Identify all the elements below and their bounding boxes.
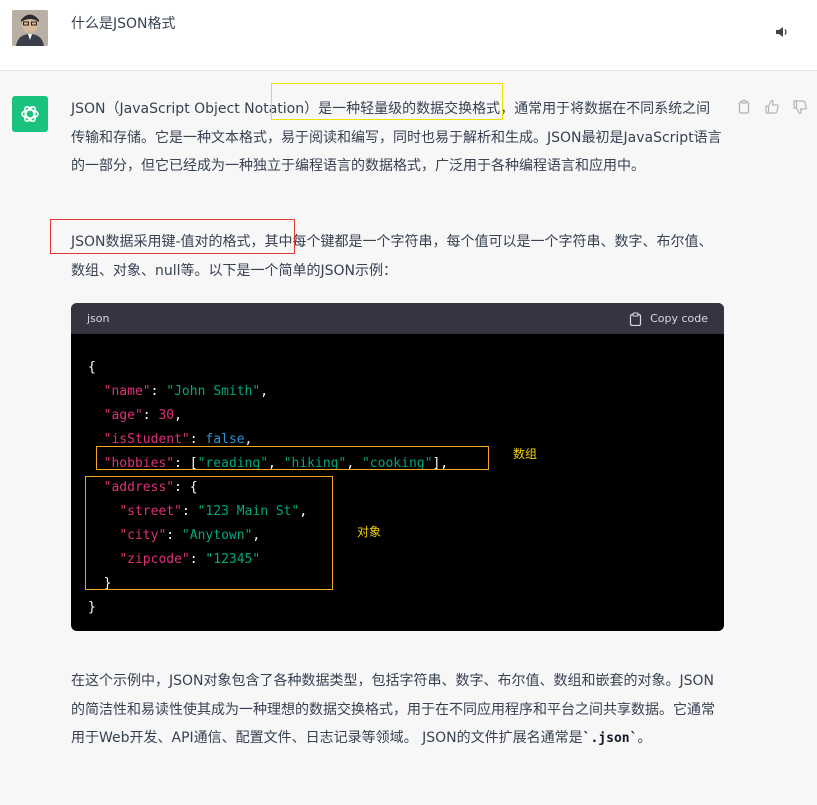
answer-paragraph-format: JSON数据采用键-值对的格式，其中每个键都是一个字符串，每个值可以是一个字符串… [71,234,713,279]
inline-code-extension: `.json` [582,731,638,746]
summary-end: 。 [637,730,652,746]
chatgpt-logo-icon [12,96,48,132]
user-message-text: 什么是JSON格式 [71,16,176,32]
answer-paragraph-summary: 在这个示例中，JSON对象包含了各种数据类型，包括字符串、数字、布尔值、数组和嵌… [71,667,723,754]
clipboard-icon[interactable] [736,99,752,115]
assistant-message-row: JSON（JavaScript Object Notation）是一种轻量级的数… [0,71,817,805]
copy-code-button[interactable]: Copy code [629,311,708,326]
thumbs-down-icon[interactable] [792,99,808,115]
clipboard-icon [629,311,642,326]
answer-paragraph-intro: JSON（JavaScript Object Notation）是一种轻量级的数… [71,101,722,174]
json-code: { "name": "John Smith", "age": 30, "isSt… [88,360,449,615]
thumbs-up-icon[interactable] [764,99,780,115]
code-block-header: json Copy code [71,303,724,334]
message-actions [736,99,808,115]
annotation-object: 对象 [357,525,382,539]
code-language-label: json [87,312,110,325]
user-message-row: 什么是JSON格式 [0,0,817,71]
user-avatar [12,10,48,46]
annotation-array: 数组 [513,447,538,461]
speaker-icon[interactable] [774,24,790,40]
code-block: json Copy code { "name": "John Smith", "… [71,303,724,631]
copy-code-label: Copy code [650,312,708,325]
